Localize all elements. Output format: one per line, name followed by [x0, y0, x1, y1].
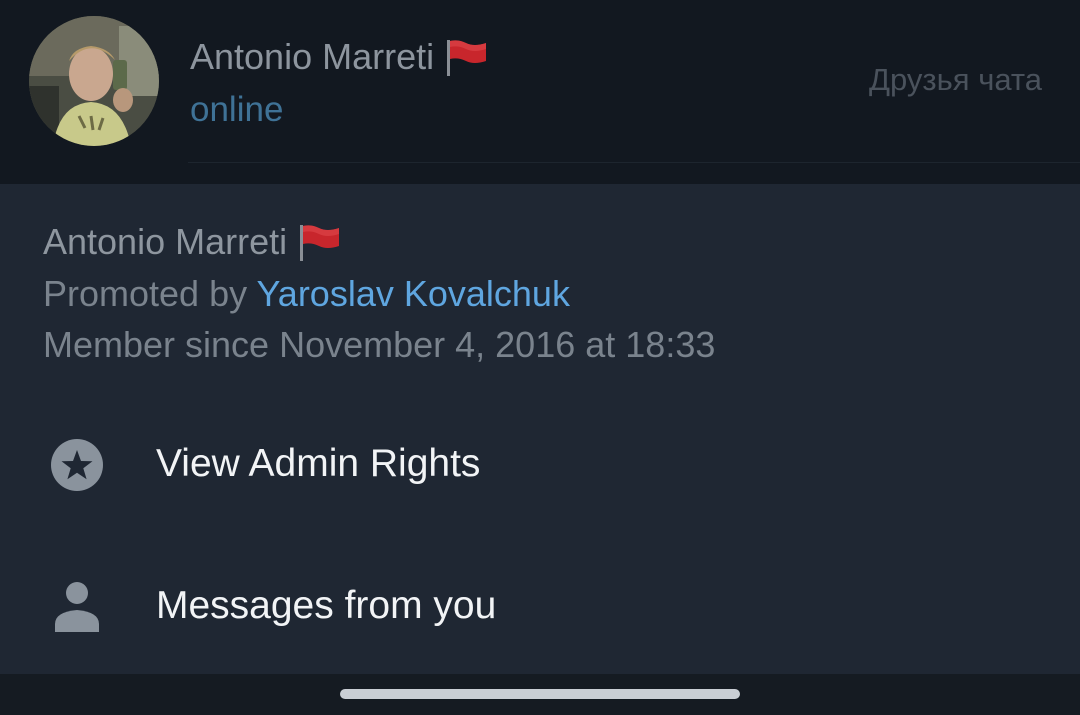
member-since-text: Member since November 4, 2016 at 18:33: [43, 324, 716, 365]
avatar[interactable]: [29, 16, 159, 146]
screen: Antonio Marreti online Друзья чата Anton…: [0, 0, 1080, 715]
promoted-by-prefix: Promoted by: [43, 273, 257, 314]
row-divider: [188, 162, 1080, 163]
promoter-link[interactable]: Yaroslav Kovalchuk: [256, 273, 570, 314]
member-list-row[interactable]: Antonio Marreti online Друзья чата: [0, 0, 1080, 184]
sheet-name-text: Antonio Marreti: [43, 221, 288, 262]
home-gesture-handle[interactable]: [340, 689, 740, 699]
member-status: online: [190, 90, 284, 129]
avatar-photo: [29, 16, 159, 146]
messages-from-you-item[interactable]: Messages from you: [0, 546, 1080, 666]
view-admin-rights-item[interactable]: View Admin Rights: [0, 404, 1080, 524]
member-name-text: Antonio Marreti: [190, 36, 435, 77]
navigation-bar: [0, 674, 1080, 715]
promoted-by-line: Promoted by Yaroslav Kovalchuk: [43, 273, 570, 315]
member-options-sheet: Antonio Marreti Promoted by Yaroslav Kov…: [0, 184, 1080, 674]
member-role-badge: Друзья чата: [869, 62, 1042, 97]
star-icon: [50, 438, 104, 492]
sheet-title: Antonio Marreti: [43, 221, 343, 263]
member-name: Antonio Marreti: [190, 36, 490, 78]
person-icon: [50, 580, 104, 634]
red-flag-icon: [297, 222, 343, 262]
red-flag-icon: [444, 37, 490, 77]
view-admin-rights-label: View Admin Rights: [156, 442, 481, 485]
messages-from-you-label: Messages from you: [156, 584, 497, 627]
